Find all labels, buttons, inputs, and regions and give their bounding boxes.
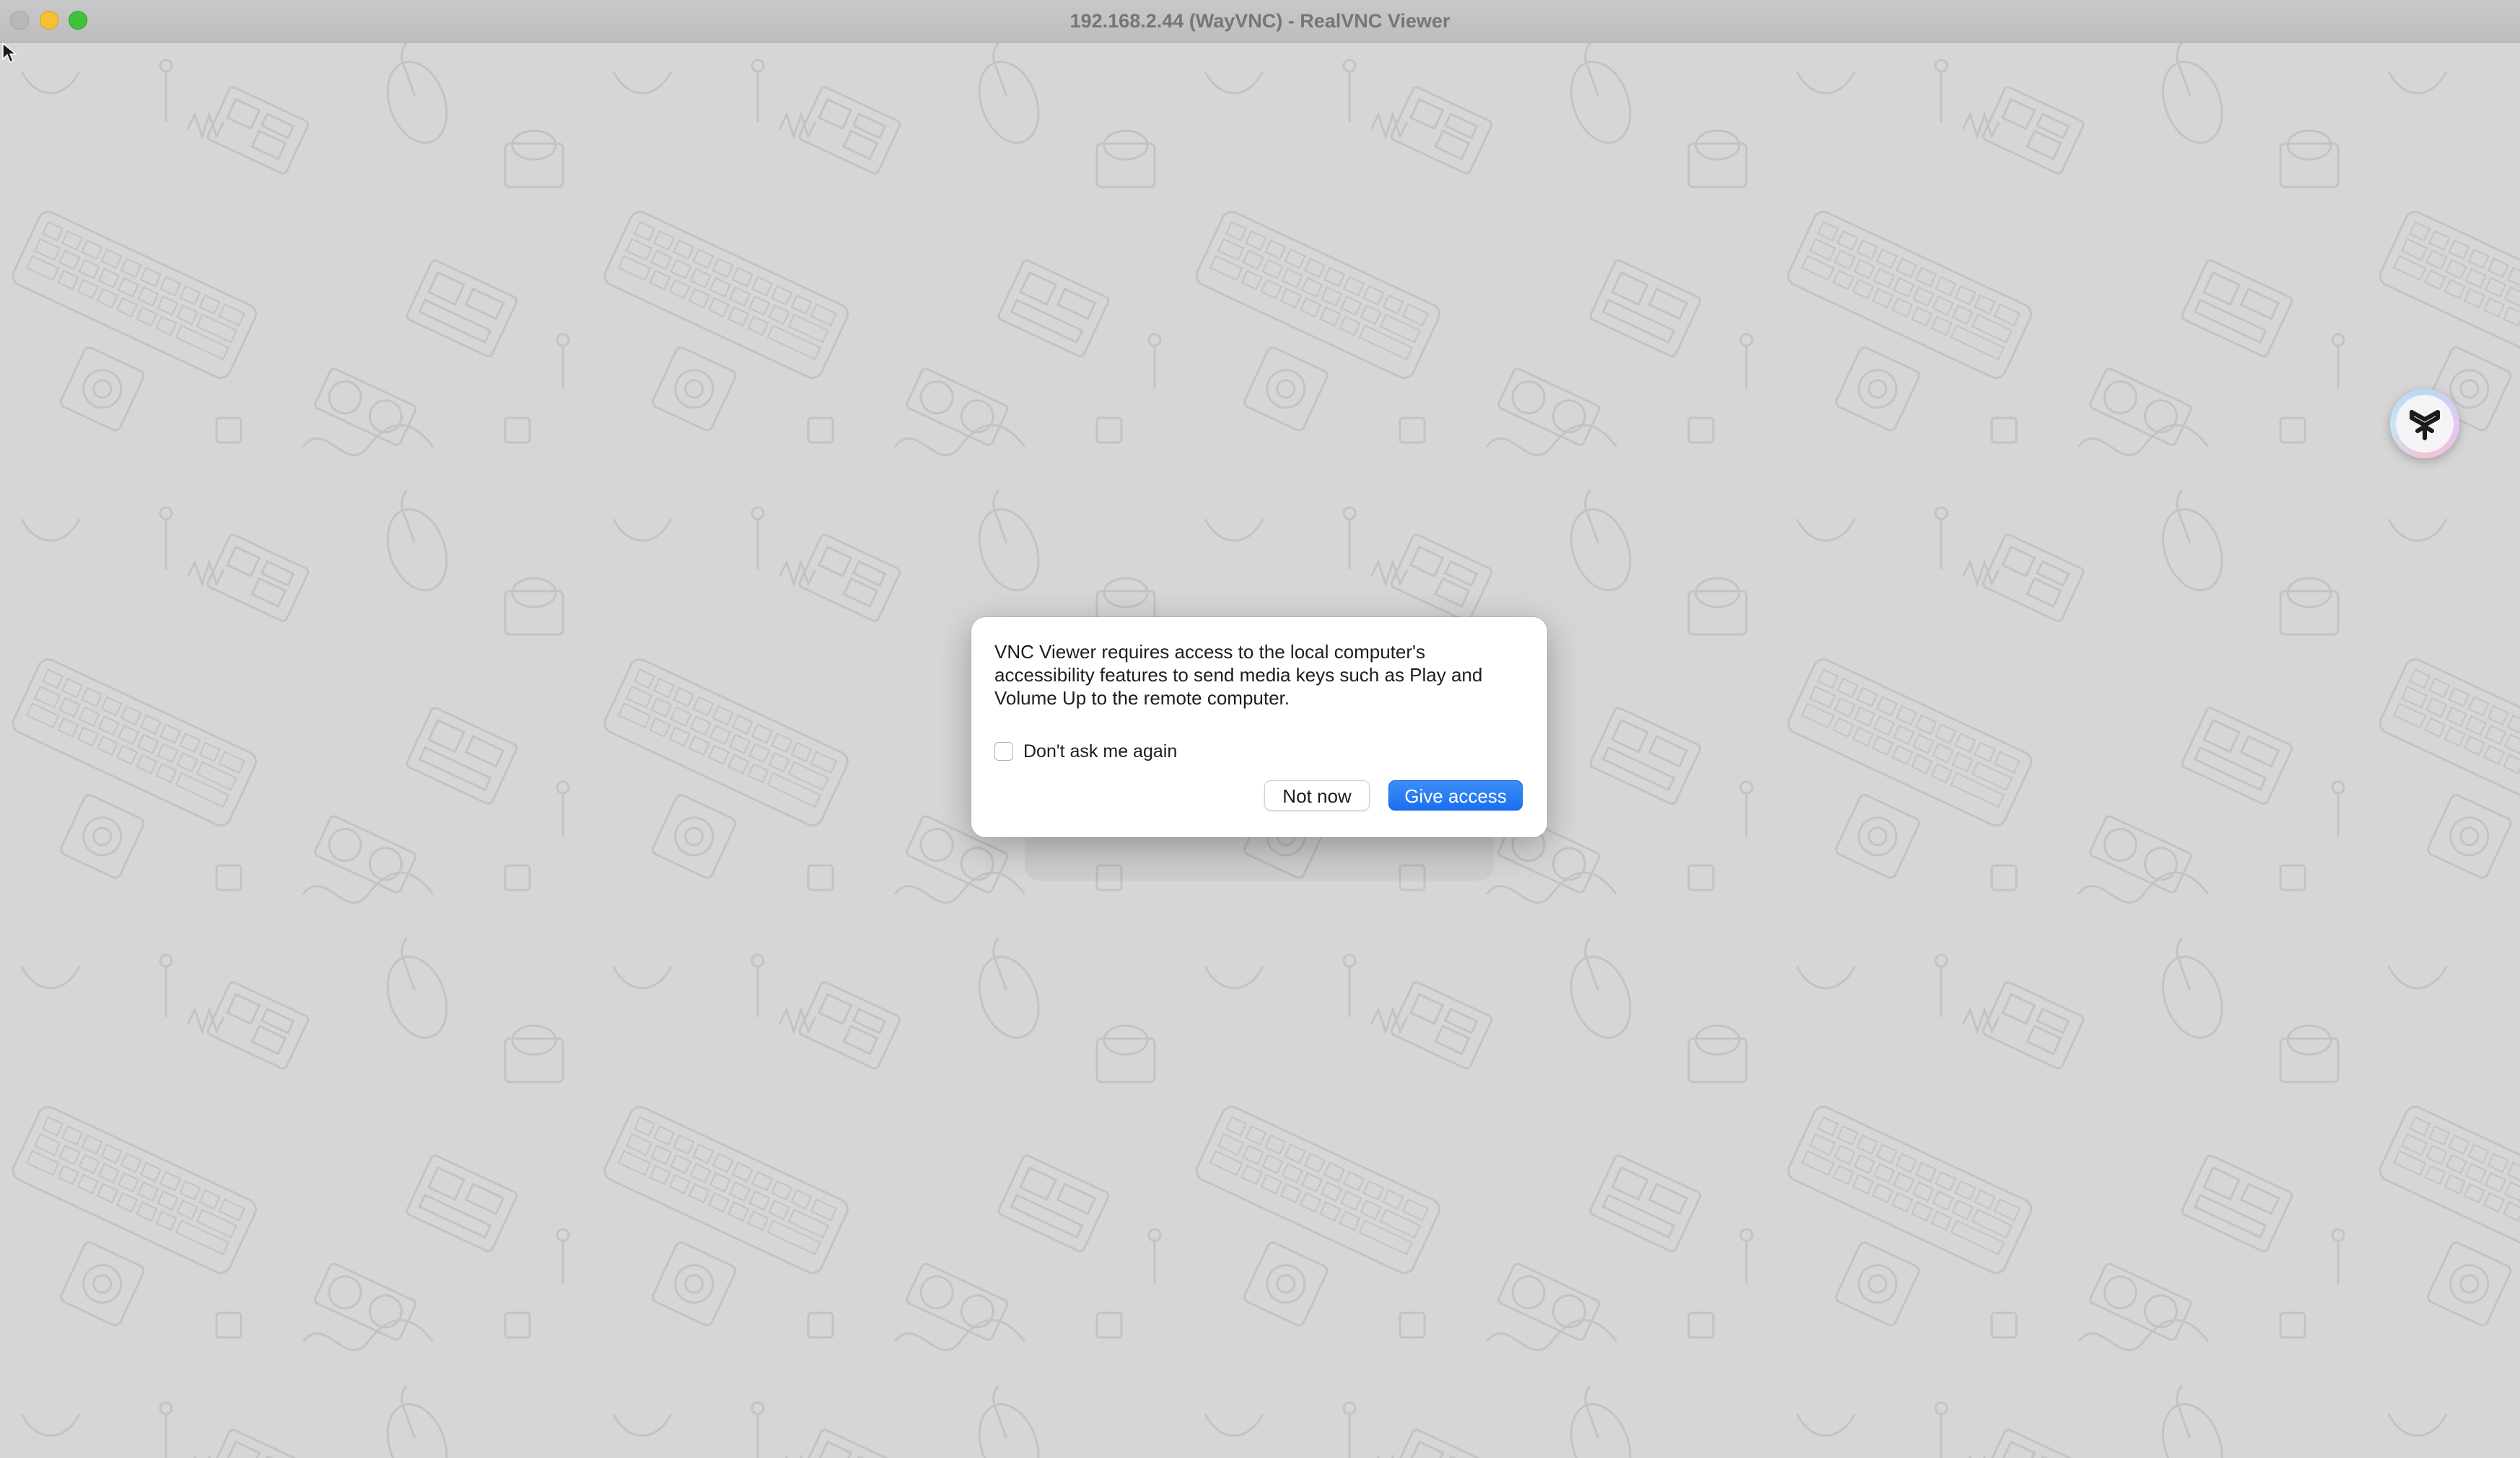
vnc-viewer-window: 192.168.2.44 (WayVNC) - RealVNC Viewer V… — [0, 0, 2520, 1458]
dont-ask-again-checkbox[interactable] — [994, 742, 1013, 761]
y-logo-icon — [2410, 410, 2440, 440]
title-bar[interactable]: 192.168.2.44 (WayVNC) - RealVNC Viewer — [0, 0, 2520, 43]
window-title: 192.168.2.44 (WayVNC) - RealVNC Viewer — [1069, 10, 1451, 32]
not-now-button[interactable]: Not now — [1264, 780, 1370, 811]
dont-ask-again-label[interactable]: Don't ask me again — [1023, 741, 1177, 762]
accessibility-permission-dialog: VNC Viewer requires access to the local … — [971, 617, 1547, 837]
give-access-button[interactable]: Give access — [1388, 780, 1523, 811]
dont-ask-again-row[interactable]: Don't ask me again — [994, 740, 1177, 763]
arrow-cursor-icon — [2, 42, 17, 64]
dialog-shadow — [1025, 837, 1494, 881]
dialog-message: VNC Viewer requires access to the local … — [994, 641, 1483, 709]
floating-assistant-widget[interactable] — [2390, 389, 2459, 458]
